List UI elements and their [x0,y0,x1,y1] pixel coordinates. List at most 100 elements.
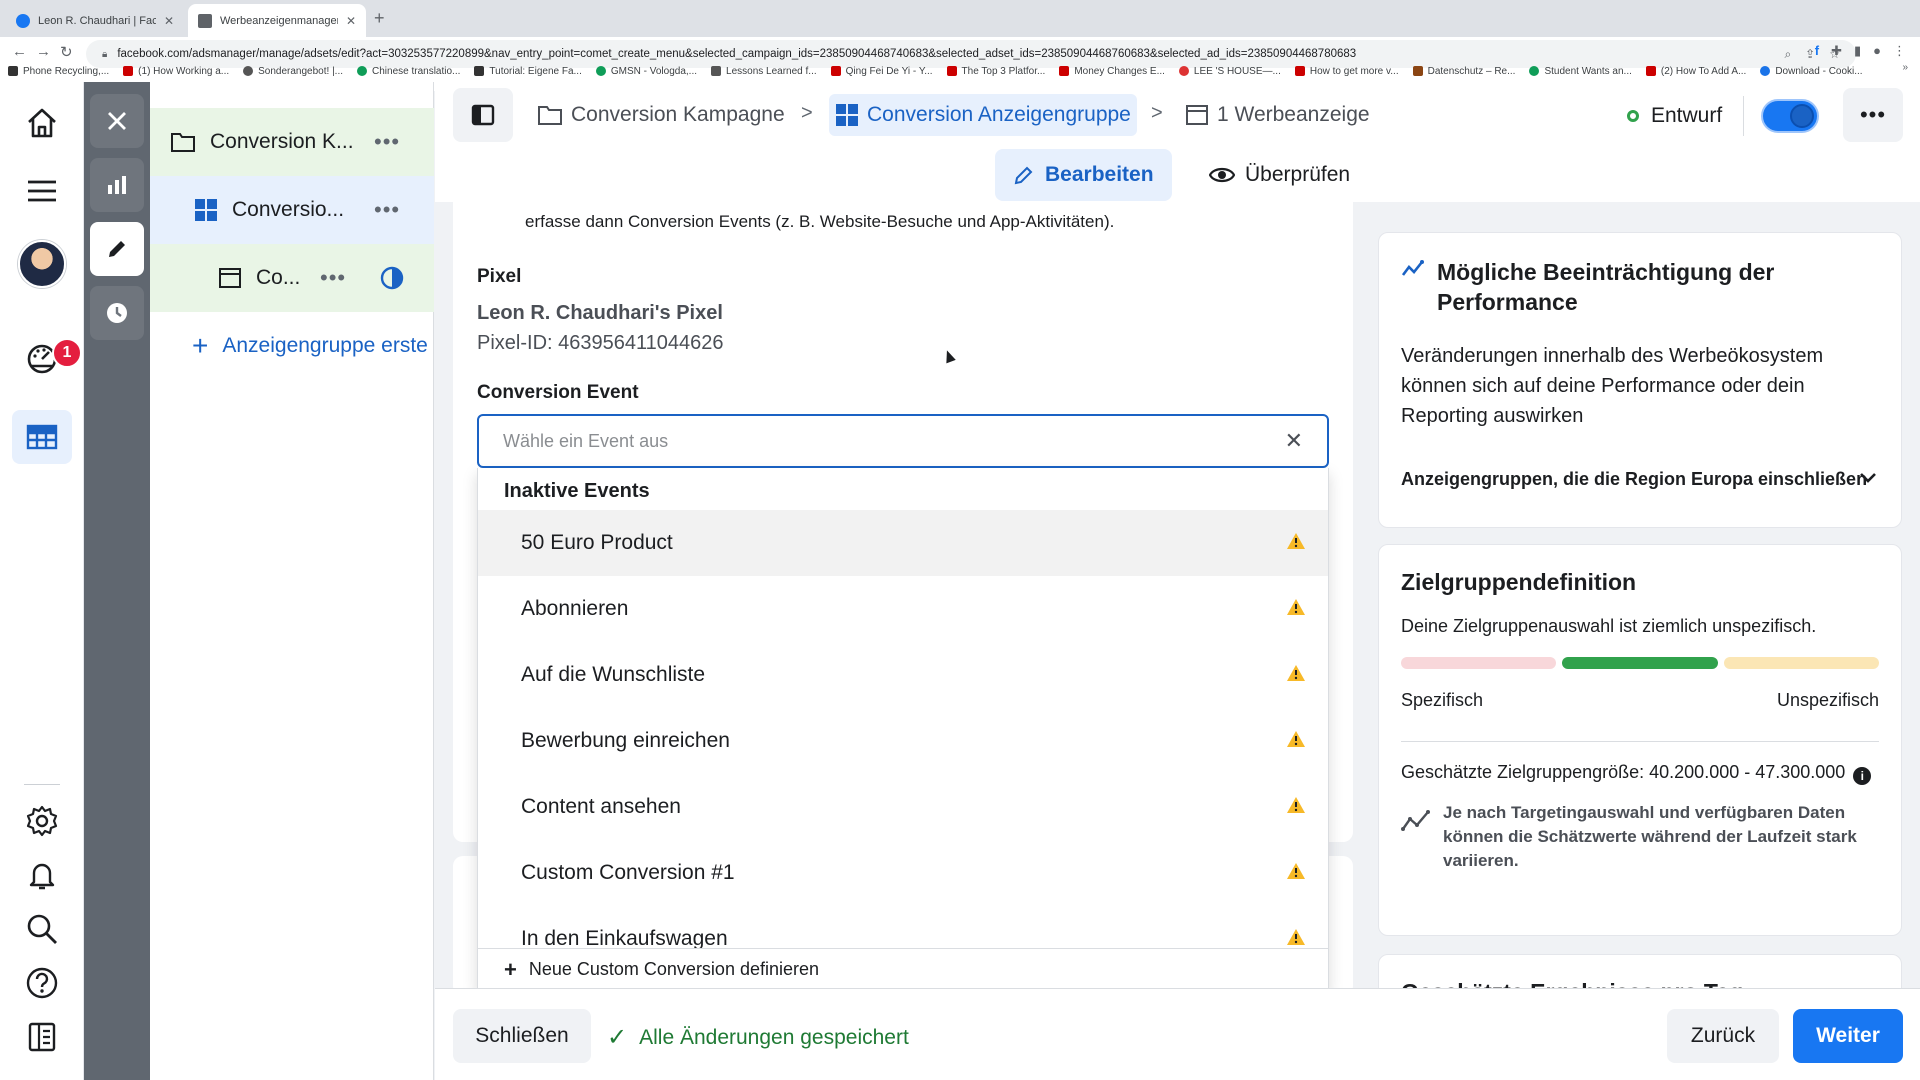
rail-ads-manager[interactable] [12,410,72,464]
bookmark-item[interactable]: Datenschutz – Re... [1412,66,1515,77]
rail-report-problem[interactable] [12,1010,72,1064]
close-icon [108,112,126,130]
gear-icon [26,805,58,837]
warning-icon [1287,929,1305,945]
tab-review[interactable]: Überprüfen [1191,149,1368,201]
event-option[interactable]: 50 Euro Product [478,510,1328,576]
url-text: facebook.com/adsmanager/manage/adsets/ed… [117,48,1357,60]
hamburger-menu-icon [28,180,56,202]
conversion-intro-text: erfasse dann Conversion Events (z. B. We… [525,212,1115,231]
clock-icon [107,303,127,323]
bookmark-item[interactable]: Lessons Learned f... [711,66,817,77]
bookmark-item[interactable]: Download - Cooki... [1760,66,1863,77]
event-option[interactable]: Abonnieren [478,576,1328,642]
back-arrow-icon[interactable]: ← [12,43,27,60]
breadcrumb-ad[interactable]: 1 Werbeanzeige [1179,94,1376,136]
ad-more-button[interactable]: ••• [320,265,346,291]
region-europe-expander[interactable]: Anzeigengruppen, die die Region Europa e… [1401,469,1867,490]
bookmark-item[interactable]: Money Changes E... [1059,66,1165,77]
audience-breadth-meter [1401,657,1879,669]
campaign-more-button[interactable]: ••• [374,129,400,155]
bookmark-item[interactable]: Chinese translatio... [357,66,460,77]
forward-arrow-icon[interactable]: → [36,43,51,60]
editor-tool-column [84,82,150,1080]
bookmark-item[interactable]: Tutorial: Eigene Fa... [474,66,582,77]
folder-icon [171,133,195,152]
tab-edit[interactable]: Bearbeiten [995,149,1172,201]
tab-close-icon[interactable]: ✕ [164,14,174,28]
conversion-event-select[interactable]: ✕ [477,414,1329,468]
help-icon [26,967,58,999]
audience-estimate-note: Je nach Targetingauswahl und verfügbaren… [1443,803,1857,870]
event-option[interactable]: Bewerbung einreichen [478,708,1328,774]
bookmark-item[interactable]: GMSN - Vologda,... [595,66,697,77]
breadcrumb-adset[interactable]: Conversion Anzeigengruppe [829,94,1137,136]
bookmark-item[interactable]: Student Wants an... [1529,66,1632,77]
tree-item-ad[interactable]: Co... ••• [150,244,434,312]
bookmark-item[interactable]: (2) How To Add A... [1645,66,1746,77]
rail-notifications[interactable] [12,848,72,902]
back-button[interactable]: Zurück [1667,1009,1779,1063]
adset-more-button[interactable]: ••• [374,197,400,223]
event-option[interactable]: Content ansehen [478,774,1328,840]
toggle-tree-button[interactable] [453,88,513,142]
rail-home[interactable] [12,96,72,150]
meter-label-specific: Spezifisch [1401,690,1484,710]
browser-menu-icon[interactable]: ⋮ [1893,43,1906,59]
tree-item-campaign[interactable]: Conversion K... ••• [150,108,434,176]
warning-icon [1287,533,1305,549]
rail-search[interactable] [12,902,72,956]
rail-help[interactable] [12,956,72,1010]
extensions-puzzle-icon[interactable]: ✚ [1831,43,1842,59]
meter-segment-specific [1401,657,1557,669]
browser-tab-facebook[interactable]: Leon R. Chaudhari | Facebook ✕ [6,4,184,37]
rail-settings[interactable] [12,794,72,848]
profile-icon[interactable]: ● [1873,43,1881,59]
create-adset-button[interactable]: + Anzeigengruppe erste [192,330,428,362]
audience-size: Geschätzte Zielgruppengröße: 40.200.000 … [1401,757,1872,787]
topbar-more-button[interactable]: ••• [1843,88,1903,142]
close-button[interactable]: Schließen [453,1009,591,1063]
conversion-event-input[interactable] [503,430,1285,452]
bookmark-item[interactable]: LEE 'S HOUSE—... [1178,66,1281,77]
bookmark-item[interactable]: (1) How Working a... [123,66,229,77]
event-option[interactable]: Custom Conversion #1 [478,840,1328,906]
charts-button[interactable] [90,158,144,212]
new-tab-button[interactable]: + [374,8,385,29]
browser-tab-adsmanager[interactable]: Werbeanzeigenmanager - Werk ✕ [188,4,366,37]
reload-icon[interactable]: ↻ [60,43,73,61]
bookmark-item[interactable]: The Top 3 Platfor... [946,66,1045,77]
tab-close-icon[interactable]: ✕ [346,14,356,28]
adset-grid-icon [836,104,858,126]
extension-facebook-icon[interactable]: f [1815,43,1819,59]
edit-tool-button[interactable] [90,222,144,276]
pencil-icon [109,241,125,257]
status-dot-icon [1627,110,1639,122]
avatar[interactable] [18,240,66,288]
clear-icon[interactable]: ✕ [1285,428,1303,454]
bookmark-item[interactable]: Sonderangebot! |... [243,66,343,77]
conversion-event-label: Conversion Event [477,382,639,403]
event-option[interactable]: Auf die Wunschliste [478,642,1328,708]
history-button[interactable] [90,286,144,340]
rail-menu[interactable] [12,164,72,218]
bookmark-item[interactable]: Qing Fei De Yi - Y... [830,66,933,77]
sidebar-panel-icon [28,1022,56,1052]
sidepanel-icon[interactable]: ▮ [1854,43,1861,59]
next-button[interactable]: Weiter [1793,1009,1903,1063]
app-navigation-rail: 1 [0,82,84,1080]
bookmark-item[interactable]: How to get more v... [1294,66,1399,77]
info-icon[interactable]: i [1853,767,1872,785]
breadcrumb-campaign[interactable]: Conversion Kampagne [531,94,791,136]
meter-label-broad: Unspezifisch [1776,690,1879,710]
bookmarks-overflow-button[interactable]: » [1902,62,1908,73]
publish-toggle[interactable] [1761,99,1819,133]
audience-definition-title: Zielgruppendefinition [1401,569,1637,595]
chevron-down-icon[interactable] [1859,471,1877,485]
close-editor-button[interactable] [90,94,144,148]
new-custom-conversion-button[interactable]: + Neue Custom Conversion definieren [478,948,1328,989]
tree-item-adset[interactable]: Conversio... ••• [150,176,434,244]
eye-icon [1209,167,1235,183]
bookmark-item[interactable]: Phone Recycling,... [8,66,109,77]
create-adset-label: Anzeigengruppe erste [222,334,428,357]
